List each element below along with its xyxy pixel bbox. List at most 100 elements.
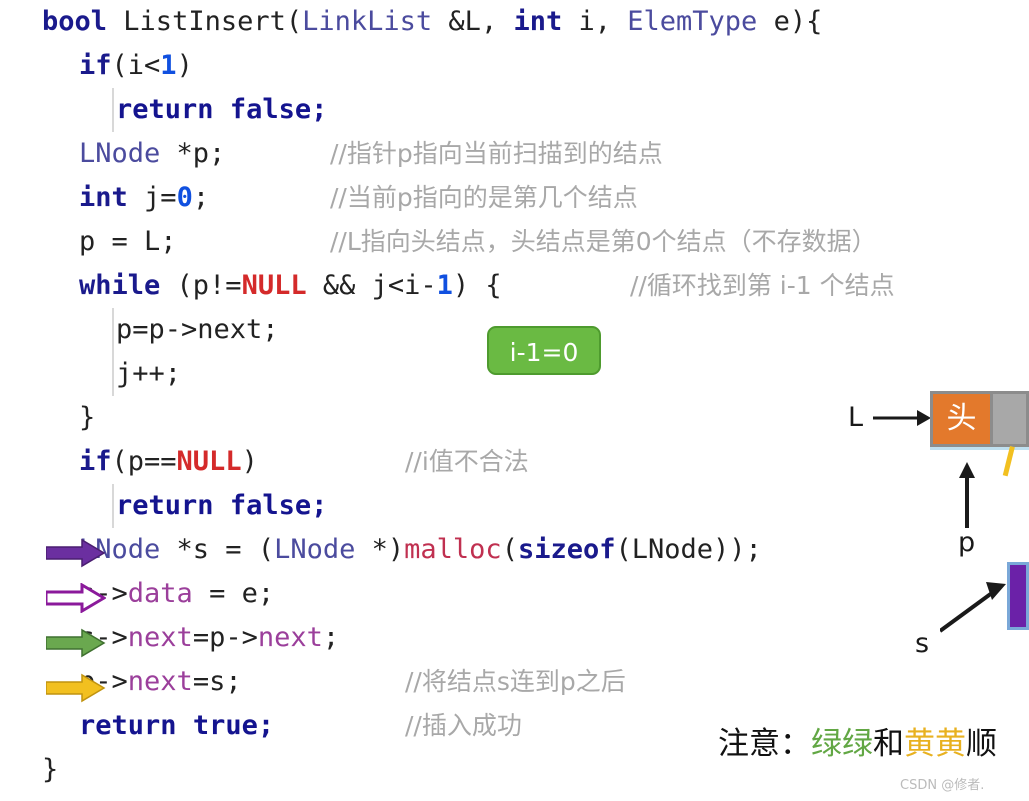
code-token: =p-> [192,622,258,653]
code-line-if-i-lt-1: if(i<1) [0,44,1029,88]
code-line-text: LNode *p; [79,132,225,176]
code-token: e){ [757,6,823,37]
code-line-decl-p: LNode *p; //指针p指向当前扫描到的结点 [0,132,1029,176]
code-block: bool ListInsert(LinkList &L, int i, Elem… [0,0,1029,801]
callout-i-minus-1: i-1=0 [487,326,601,375]
code-line-text: return false; [116,88,327,132]
code-line-s-next-p-next: s->next=p->next; [0,616,1029,660]
code-token: (i< [111,50,161,81]
code-token: next [127,666,193,697]
code-token: i, [562,6,628,37]
code-line-text: s->data = e; [79,572,274,616]
code-token: if [79,446,112,477]
head-node-next-field [993,391,1029,447]
code-line-signature: bool ListInsert(LinkList &L, int i, Elem… [0,0,1029,44]
code-line-p-next-s: p->next=s;//将结点s连到p之后 [0,660,1029,704]
code-token: p=p->next; [116,314,279,345]
head-node: 头 [930,391,993,447]
code-token: ListInsert [123,6,286,37]
code-line-text: int j=0; [79,176,209,220]
code-line-text: return false; [116,484,327,528]
code-token: LNode [274,534,356,565]
code-token: j++; [116,358,182,389]
code-token: 1 [436,270,453,301]
note-prefix: 注意： [718,726,811,762]
code-token: = e; [192,578,275,609]
arrow-purple-outline-icon [46,583,106,613]
note-suffix: 顺 [966,726,997,762]
code-token: LNode [79,138,161,169]
code-line-text: return true; [79,704,274,748]
code-token: j= [127,182,177,213]
code-line-malloc-s: LNode *s = (LNode *)malloc(sizeof(LNode)… [0,528,1029,572]
code-token: true [192,710,258,741]
diagram-label-L: L [848,402,864,433]
callout-text: i-1=0 [509,338,579,367]
note-green-text: 绿绿 [811,726,873,762]
code-token: malloc [404,534,502,565]
code-token: bool [42,6,108,37]
bottom-note: 注意：绿绿和黄黄顺 [718,718,997,763]
code-line-return-false-1: return false; [0,88,1029,132]
code-comment: //L指向头结点，头结点是第0个结点（不存数据） [330,227,877,256]
code-token: ) { [452,270,502,301]
slide-canvas: bool ListInsert(LinkList &L, int i, Elem… [0,0,1029,801]
code-token: *p; [160,138,226,169]
code-comment: //指针p指向当前扫描到的结点 [330,139,663,168]
code-token: ) [241,446,258,477]
code-token: ElemType [627,6,758,37]
code-line-text: LNode *s = (LNode *)malloc(sizeof(LNode)… [79,528,762,572]
new-node-s [1007,562,1029,630]
code-token: (p!= [160,270,242,301]
code-comment: //将结点s连到p之后 [405,667,626,696]
code-token: sizeof [517,534,616,565]
code-token: return [79,710,177,741]
code-line-assign-p-L: p = L; //L指向头结点，头结点是第0个结点（不存数据） [0,220,1029,264]
code-token: (LNode)); [615,534,762,565]
code-line-text: j++; [116,352,181,396]
code-token: data [127,578,193,609]
arrow-L-to-head-icon [873,410,931,426]
code-token: &L, [432,6,514,37]
code-token: ( [501,534,518,565]
code-token: ; [311,490,328,521]
code-token: int [79,182,128,213]
code-token: return [116,94,214,125]
code-token: 1 [160,50,177,81]
code-comment: //当前p指向的是第几个结点 [330,183,638,212]
code-token: next [257,622,323,653]
note-yellow-text: 黄黄 [904,726,966,762]
code-token: ) [176,50,193,81]
code-line-text: } [42,748,58,792]
code-line-text: bool ListInsert(LinkList &L, int i, Elem… [42,0,822,44]
code-line-decl-j: int j=0; //当前p指向的是第几个结点 [0,176,1029,220]
code-line-if-p-null: if(p==NULL) //i值不合法 [0,440,1029,484]
code-line-text: if(p==NULL) [79,440,258,484]
arrow-s-to-node-icon [940,582,1006,633]
code-token: ; [322,622,340,653]
code-line-text: p=p->next; [116,308,279,352]
code-token: && j<i- [306,270,437,301]
code-line-text: p = L; [79,220,177,264]
code-token: false [229,94,312,125]
code-line-while-loop: while (p!=NULL && j<i-1) {//循环找到第 i-1 个结… [0,264,1029,308]
code-line-text: s->next=p->next; [79,616,339,660]
code-token: *) [355,534,405,565]
code-token: =s; [192,666,242,697]
code-token: false [229,490,312,521]
code-token: *s = ( [160,534,275,565]
csdn-watermark: CSDN @修者. [900,778,985,793]
code-token: (p== [111,446,177,477]
code-token: int [513,6,563,37]
code-token: ( [285,6,303,37]
code-token: ; [192,182,210,213]
code-token: 0 [176,182,193,213]
code-line-s-data-e: s->data = e; [0,572,1029,616]
head-node-label: 头 [946,401,977,436]
note-middle: 和 [873,726,904,762]
code-token: NULL [241,270,307,301]
code-comment: //i值不合法 [405,447,529,476]
